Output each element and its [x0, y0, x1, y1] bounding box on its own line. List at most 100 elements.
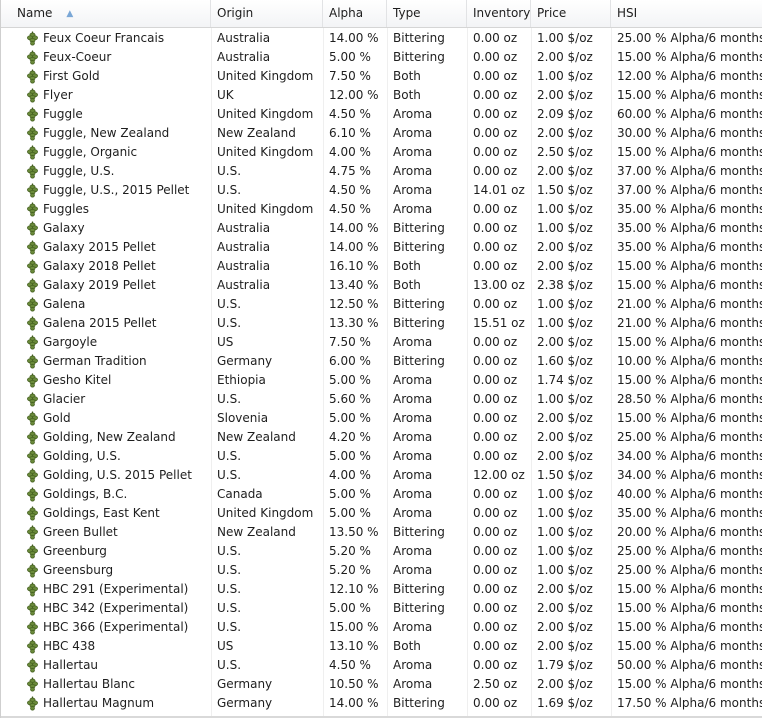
table-row[interactable]: Gesho Kitel Ethiopia 5.00 % Aroma 0.00 oz 1.7…: [1, 371, 762, 390]
cell-alpha: 13.40 %: [323, 276, 387, 295]
table-row[interactable]: Hallertau Blanc Germany 10.50 % Aroma 2.50 o…: [1, 675, 762, 694]
table-row[interactable]: Fuggle, Organic United Kingdom 4.00 % Aroma…: [1, 143, 762, 162]
column-header-name[interactable]: Name ▲: [11, 0, 211, 27]
cell-price: 2.00 $/oz: [531, 618, 611, 637]
cell-price: 1.00 $/oz: [531, 314, 611, 333]
table-row[interactable]: Galaxy Australia 14.00 % Bittering 0.00 oz 1.…: [1, 219, 762, 238]
table-row[interactable]: Golding, U.S. 2015 Pellet U.S. 4.00 % Aroma…: [1, 466, 762, 485]
cell-origin: Germany: [211, 352, 323, 371]
cell-inventory: 0.00 oz: [467, 409, 531, 428]
table-row[interactable]: Galena U.S. 12.50 % Bittering 0.00 oz 1.00 $/…: [1, 295, 762, 314]
cell-text: 0.00 oz: [473, 354, 518, 368]
table-row[interactable]: Fuggle, U.S. U.S. 4.75 % Aroma 0.00 oz 2.00 $…: [1, 162, 762, 181]
table-row[interactable]: Galaxy 2019 Pellet Australia 13.40 % Both 13…: [1, 276, 762, 295]
table-row[interactable]: Gargoyle US 7.50 % Aroma 0.00 oz 2.00 $/oz 15.…: [1, 333, 762, 352]
table-row[interactable]: Feux Coeur Francais Australia 14.00 % Bitte…: [1, 29, 762, 48]
cell-text: U.S.: [217, 392, 242, 406]
cell-type: Aroma: [387, 447, 467, 466]
cell-alpha: 10.50 %: [323, 675, 387, 694]
cell-text: 0.00 oz: [473, 449, 518, 463]
cell-text: 0.00 oz: [473, 373, 518, 387]
column-header-origin[interactable]: Origin: [211, 0, 323, 27]
table-row[interactable]: Glacier U.S. 5.60 % Aroma 0.00 oz 1.00 $/oz 28…: [1, 390, 762, 409]
cell-hsi: 50.00 % Alpha/6 months: [611, 656, 762, 675]
cell-type: Aroma: [387, 181, 467, 200]
column-header-hsi[interactable]: HSI: [611, 0, 762, 27]
cell-text: 2.00 $/oz: [537, 430, 593, 444]
table-row[interactable]: First Gold United Kingdom 7.50 % Both 0.00 o…: [1, 67, 762, 86]
cell-price: 1.74 $/oz: [531, 371, 611, 390]
cell-origin: U.S.: [211, 542, 323, 561]
cell-text: U.S.: [217, 563, 242, 577]
table-row[interactable]: HBC 366 (Experimental) U.S. 15.00 % Aroma 0.…: [1, 618, 762, 637]
cell-text: 14.00 %: [329, 31, 379, 45]
column-header-price[interactable]: Price: [531, 0, 611, 27]
table-header: Name ▲ Origin Alpha Type Inventory Price …: [1, 0, 762, 28]
cell-alpha: 14.00 %: [323, 238, 387, 257]
table-row[interactable]: Feux-Coeur Australia 5.00 % Bittering 0.00 o…: [1, 48, 762, 67]
cell-text: 1.74 $/oz: [537, 373, 593, 387]
cell-text: Aroma: [393, 449, 433, 463]
cell-price: 1.69 $/oz: [531, 694, 611, 713]
cell-hsi: 35.00 % Alpha/6 months: [611, 200, 762, 219]
cell-text: 60.00 % Alpha/6 months: [617, 107, 762, 121]
table-row[interactable]: Hallertau Magnum Germany 14.00 % Bittering 0…: [1, 694, 762, 713]
cell-type: Both: [387, 86, 467, 105]
cell-name: Galena 2015 Pellet: [11, 314, 211, 333]
cell-origin: New Zealand: [211, 428, 323, 447]
cell-text: 16.10 %: [329, 259, 379, 273]
cell-inventory: 0.00 oz: [467, 542, 531, 561]
table-row[interactable]: Galaxy 2015 Pellet Australia 14.00 % Bitter…: [1, 238, 762, 257]
table-row[interactable]: HBC 342 (Experimental) U.S. 5.00 % Bitterin…: [1, 599, 762, 618]
column-header-inventory[interactable]: Inventory: [467, 0, 531, 27]
cell-inventory: 0.00 oz: [467, 618, 531, 637]
table-row[interactable]: Fuggle United Kingdom 4.50 % Aroma 0.00 oz 2.…: [1, 105, 762, 124]
cell-alpha: 14.00 %: [323, 694, 387, 713]
cell-inventory: 14.01 oz: [467, 181, 531, 200]
hop-cone-icon: [27, 468, 38, 483]
table-row[interactable]: Fuggle, U.S., 2015 Pellet U.S. 4.50 % Aroma…: [1, 181, 762, 200]
table-row[interactable]: Greensburg U.S. 5.20 % Aroma 0.00 oz 1.00 $/o…: [1, 561, 762, 580]
table-row[interactable]: Hallertau U.S. 4.50 % Aroma 0.00 oz 1.79 $/oz…: [1, 656, 762, 675]
hop-cone-icon: [27, 278, 38, 293]
cell-text: HBC 438: [43, 639, 96, 653]
cell-text: Aroma: [393, 506, 433, 520]
cell-inventory: 12.00 oz: [467, 466, 531, 485]
cell-text: Bittering: [393, 50, 445, 64]
table-row[interactable]: Goldings, East Kent United Kingdom 5.00 % A…: [1, 504, 762, 523]
table-row[interactable]: Golding, New Zealand New Zealand 4.20 % Aro…: [1, 428, 762, 447]
table-row[interactable]: Green Bullet New Zealand 13.50 % Bittering 0…: [1, 523, 762, 542]
cell-text: 1.00 $/oz: [537, 69, 593, 83]
cell-inventory: 0.00 oz: [467, 447, 531, 466]
cell-text: U.S.: [217, 582, 242, 596]
cell-text: 2.00 $/oz: [537, 601, 593, 615]
table-row[interactable]: Gold Slovenia 5.00 % Aroma 0.00 oz 2.00 $/oz 1…: [1, 409, 762, 428]
cell-type: Both: [387, 257, 467, 276]
cell-hsi: 15.00 % Alpha/6 months: [611, 371, 762, 390]
column-header-alpha[interactable]: Alpha: [323, 0, 387, 27]
column-header-type[interactable]: Type: [387, 0, 467, 27]
table-row[interactable]: Flyer UK 12.00 % Both 0.00 oz 2.00 $/oz 15.00 …: [1, 86, 762, 105]
hop-cone-icon: [27, 639, 38, 654]
table-row[interactable]: HBC 291 (Experimental) U.S. 12.10 % Bitteri…: [1, 580, 762, 599]
cell-text: 21.00 % Alpha/6 months: [617, 316, 762, 330]
table-row[interactable]: Galena 2015 Pellet U.S. 13.30 % Bittering 15…: [1, 314, 762, 333]
cell-origin: US: [211, 333, 323, 352]
table-row[interactable]: German Tradition Germany 6.00 % Bittering 0.…: [1, 352, 762, 371]
cell-text: Galena 2015 Pellet: [43, 316, 157, 330]
table-row[interactable]: Fuggle, New Zealand New Zealand 6.10 % Arom…: [1, 124, 762, 143]
cell-type: Bittering: [387, 238, 467, 257]
cell-type: Aroma: [387, 618, 467, 637]
table-row[interactable]: Goldings, B.C. Canada 5.00 % Aroma 0.00 oz 1.…: [1, 485, 762, 504]
cell-hsi: 35.00 % Alpha/6 months: [611, 504, 762, 523]
hop-cone-icon: [27, 107, 38, 122]
table-row[interactable]: Fuggles United Kingdom 4.50 % Aroma 0.00 oz 1…: [1, 200, 762, 219]
cell-type: Bittering: [387, 694, 467, 713]
table-row[interactable]: Greenburg U.S. 5.20 % Aroma 0.00 oz 1.00 $/oz…: [1, 542, 762, 561]
cell-hsi: 40.00 % Alpha/6 months: [611, 485, 762, 504]
table-row[interactable]: HBC 438 US 13.10 % Both 0.00 oz 2.00 $/oz 15.0…: [1, 637, 762, 656]
cell-name: HBC 366 (Experimental): [11, 618, 211, 637]
table-row[interactable]: Golding, U.S. U.S. 5.00 % Aroma 0.00 oz 2.00 …: [1, 447, 762, 466]
table-row[interactable]: Galaxy 2018 Pellet Australia 16.10 % Both 0.…: [1, 257, 762, 276]
cell-name: Green Bullet: [11, 523, 211, 542]
